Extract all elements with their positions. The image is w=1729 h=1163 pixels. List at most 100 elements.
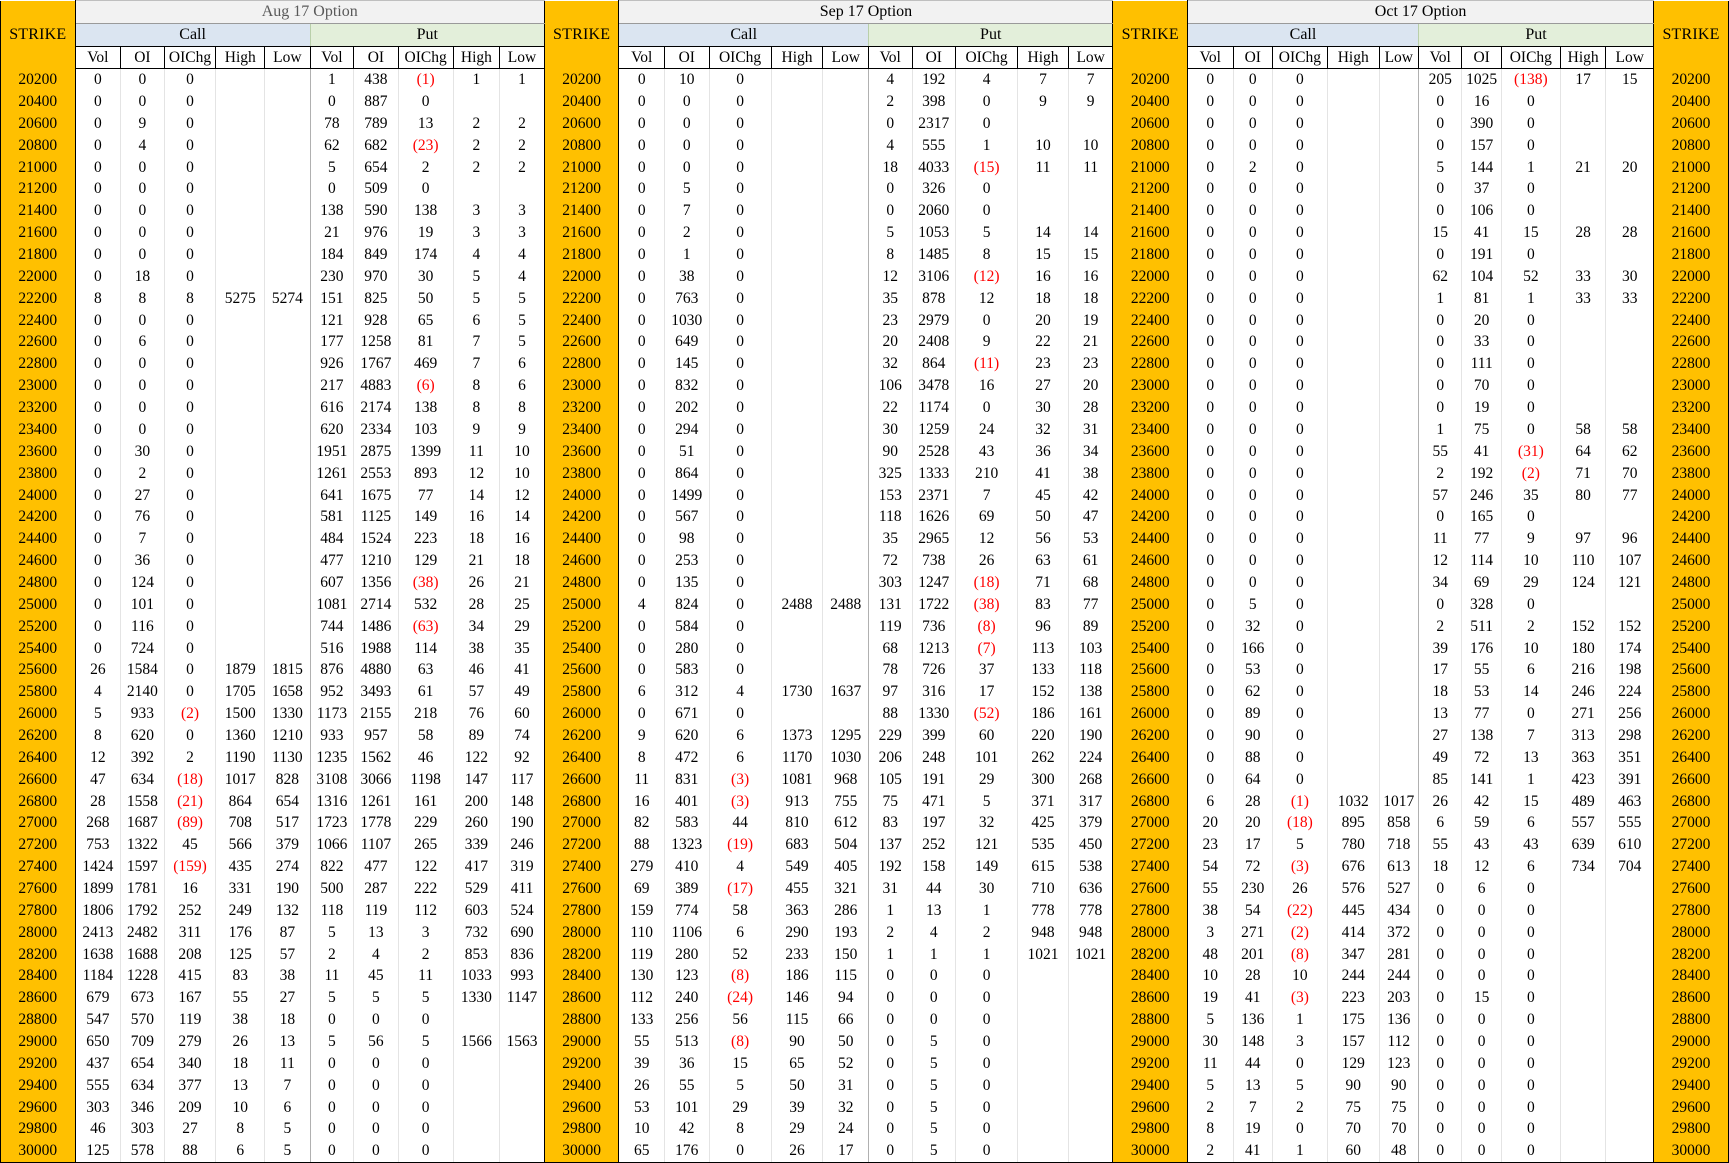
oct-put-oichg-cell: 15 xyxy=(1500,222,1561,244)
aug-call-oi-cell: 933 xyxy=(120,702,165,725)
oct-call-low-cell xyxy=(1378,746,1419,769)
aug-call-high-cell: 1705 xyxy=(215,681,265,703)
sep-call-vol-cell: 6 xyxy=(618,681,665,703)
oct-put-low-cell xyxy=(1605,943,1654,966)
sep-put-oichg-cell: (52) xyxy=(954,702,1018,725)
oct-call-high-cell: 90 xyxy=(1326,1074,1380,1097)
oct-call-oi-cell: 148 xyxy=(1232,1030,1273,1053)
sep-put-high-cell xyxy=(1017,200,1069,223)
sep-put-oichg-cell: 0 xyxy=(954,965,1018,988)
oct-put-high-cell: 271 xyxy=(1559,702,1606,725)
sep-put-vol-cell: 131 xyxy=(868,593,912,616)
sep-call-oi-cell: 256 xyxy=(663,1008,710,1031)
oct-call-low-cell xyxy=(1378,134,1419,157)
strike-price-right: 25400 xyxy=(1653,637,1729,660)
aug-put-oichg-cell: 229 xyxy=(397,812,454,835)
aug-call-low-cell xyxy=(264,156,311,179)
aug-call-low-cell: 13 xyxy=(264,1030,311,1053)
aug-call-oi-cell: 654 xyxy=(120,1052,165,1075)
oct-put-oi-cell: 77 xyxy=(1461,702,1502,725)
sep-call-oi-cell: 98 xyxy=(663,528,710,550)
aug-call-oi-cell: 1322 xyxy=(120,834,165,856)
aug-put-vol-cell: 0 xyxy=(309,1008,354,1031)
oct-call-oi-cell: 0 xyxy=(1232,396,1273,419)
oct-call-high-cell xyxy=(1326,746,1380,769)
aug-call-low-cell xyxy=(264,506,311,529)
oct-put-high-cell xyxy=(1559,593,1606,616)
strike-row: 24800 0 124 0 607 1356 (38) 26 21 24800 0 135 0 303 12… xyxy=(0,571,1729,594)
aug-call-oi-cell: 9 xyxy=(120,112,165,135)
aug-call-high-cell xyxy=(215,156,265,179)
aug-call-oi-cell: 0 xyxy=(120,90,165,113)
oct-put-low-cell: 704 xyxy=(1605,855,1654,878)
sep-put-oi-cell: 197 xyxy=(911,812,956,835)
sep-call-oi-cell: 1030 xyxy=(663,309,710,332)
oct-put-oichg-cell: 0 xyxy=(1500,702,1561,725)
strike-price-sep-oct: 29800 xyxy=(1112,1118,1189,1141)
aug-put-vol-cell: 21 xyxy=(309,222,354,244)
oct-put-low-cell xyxy=(1605,987,1654,1009)
aug-put-high-cell: 9 xyxy=(452,418,500,441)
oct-put-vol-cell: 12 xyxy=(1417,549,1462,572)
sep-call-oi-cell: 135 xyxy=(663,571,710,594)
oct-call-oi-cell: 64 xyxy=(1232,768,1273,791)
oct-put-oichg-cell: 0 xyxy=(1500,331,1561,354)
sep-call-oichg-cell: 0 xyxy=(708,375,772,397)
sep-put-low-cell xyxy=(1067,1118,1113,1141)
oct-put-vol-cell: 6 xyxy=(1417,812,1462,835)
aug-put-vol-cell: 1 xyxy=(309,68,354,91)
sep-put-oichg-cell: 5 xyxy=(954,790,1018,813)
oct-call-vol-cell: 0 xyxy=(1187,134,1234,157)
sep-put-low-cell: 224 xyxy=(1067,746,1113,769)
oct-put-vol-cell: 0 xyxy=(1417,200,1462,223)
strike-price-left: 29800 xyxy=(0,1118,76,1141)
oct-put-low-cell: 121 xyxy=(1605,571,1654,594)
sep-put-oichg-cell: 9 xyxy=(954,331,1018,354)
sep-call-vol-cell: 4 xyxy=(618,593,665,616)
aug-call-oi-cell: 0 xyxy=(120,156,165,179)
oct-put-vol-cell: 62 xyxy=(1417,265,1462,288)
sep-call-header: Call xyxy=(618,23,869,47)
aug-put-oi-cell: 0 xyxy=(353,1140,399,1163)
oct-call-vol-cell: 0 xyxy=(1187,702,1234,725)
sep-call-low-cell xyxy=(822,90,869,113)
sep-call-oichg-cell: 0 xyxy=(708,484,772,507)
aug-put-high-cell: 12 xyxy=(452,462,500,485)
oct-put-oi-cell: 390 xyxy=(1461,112,1502,135)
sep-call-vol-cell: 88 xyxy=(618,834,665,856)
sep-put-vol-cell: 90 xyxy=(868,440,912,463)
oct-call-oi-cell: 62 xyxy=(1232,681,1273,703)
strike-price-aug-sep: 23000 xyxy=(543,375,620,397)
strike-price-sep-oct: 25600 xyxy=(1112,659,1189,682)
sep-put-high-header: High xyxy=(1017,46,1069,69)
sep-put-high-cell: 23 xyxy=(1017,353,1069,376)
aug-call-oi-cell: 0 xyxy=(120,200,165,223)
aug-put-low-cell: 60 xyxy=(499,702,545,725)
sep-call-low-cell: 504 xyxy=(822,834,869,856)
sep-call-oichg-cell: 44 xyxy=(708,812,772,835)
aug-put-oi-cell: 1107 xyxy=(353,834,399,856)
strike-price-aug-sep: 23400 xyxy=(543,418,620,441)
aug-put-high-cell: 417 xyxy=(452,855,500,878)
aug-call-vol-cell: 125 xyxy=(74,1140,121,1163)
strike-price-right: 29200 xyxy=(1653,1052,1729,1075)
sep-call-low-cell xyxy=(822,528,869,550)
sep-call-high-cell: 65 xyxy=(770,1052,823,1075)
aug-call-oi-cell: 124 xyxy=(120,571,165,594)
sep-call-vol-cell: 279 xyxy=(618,855,665,878)
oct-put-high-cell xyxy=(1559,899,1606,922)
oct-call-vol-header: Vol xyxy=(1187,46,1234,69)
sep-put-high-cell: 27 xyxy=(1017,375,1069,397)
sep-put-vol-cell: 4 xyxy=(868,68,912,91)
sep-put-oichg-cell: 0 xyxy=(954,1140,1018,1163)
sep-call-oi-cell: 2 xyxy=(663,222,710,244)
aug-call-high-cell xyxy=(215,571,265,594)
oct-put-oi-cell: 0 xyxy=(1461,1096,1502,1119)
strike-price-aug-sep: 23200 xyxy=(543,396,620,419)
oct-put-high-cell xyxy=(1559,353,1606,376)
aug-call-low-cell: 27 xyxy=(264,987,311,1009)
oct-put-oichg-cell: 0 xyxy=(1500,943,1561,966)
aug-call-high-cell xyxy=(215,112,265,135)
oct-put-low-cell xyxy=(1605,1074,1654,1097)
sep-call-low-cell xyxy=(822,549,869,572)
